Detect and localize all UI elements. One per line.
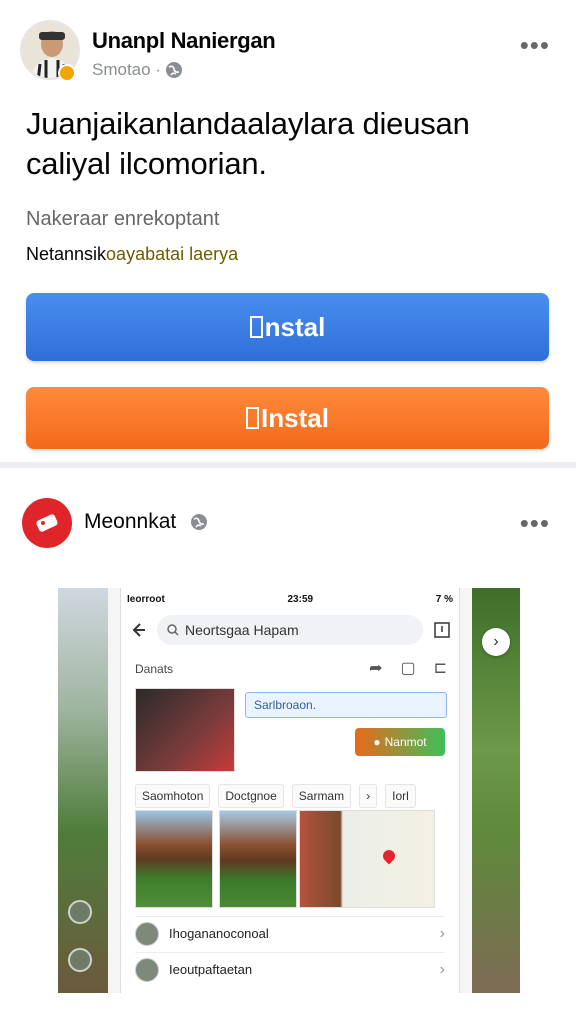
verified-badge-icon	[58, 64, 76, 82]
back-arrow-icon[interactable]	[129, 621, 147, 639]
tab[interactable]: Sarmam	[291, 784, 352, 808]
page-name[interactable]: Meonnkat	[84, 510, 176, 534]
more-options-icon[interactable]: •••	[520, 32, 550, 58]
action-button[interactable]: ● Nanmot	[355, 728, 445, 756]
screenshot-carousel[interactable]: Ieorroot 23:59 7 % Neortsgaa Hapam Danat…	[58, 588, 520, 993]
list-item-label: Ieoutpaftaetan	[169, 962, 253, 977]
app-topbar: Neortsgaa Hapam	[129, 612, 451, 648]
gallery-photo[interactable]	[135, 810, 213, 908]
tab[interactable]: Saomhoton	[135, 784, 211, 808]
text-field[interactable]: Sarlbroaon.	[245, 692, 447, 718]
status-carrier: Ieorroot	[127, 594, 165, 605]
carousel-next-button[interactable]: ›	[482, 628, 510, 656]
author-name[interactable]: Unanpl Naniergan	[92, 28, 276, 54]
menu-icon[interactable]	[433, 621, 451, 639]
app-meta-part-b: oayabatai laerya	[106, 244, 239, 264]
post-card-app-ad: Unanpl Naniergan Smotao · ••• Juanjaikan…	[0, 0, 576, 462]
tab[interactable]: ›	[359, 784, 378, 808]
app-meta-part-a: Netannsik	[26, 244, 107, 264]
status-time: 23:59	[287, 594, 314, 605]
bookmark-icon[interactable]: ▢	[400, 658, 415, 678]
gallery-photo[interactable]	[219, 810, 297, 908]
search-input[interactable]: Neortsgaa Hapam	[157, 615, 423, 645]
search-placeholder: Neortsgaa Hapam	[185, 622, 299, 638]
box-glyph-icon	[249, 316, 263, 338]
app-meta-line-2: Netannsikoayabatai laerya	[26, 244, 238, 265]
install-label: Instal	[261, 402, 329, 433]
button-glyph-icon: ●	[373, 735, 381, 749]
page-avatar[interactable]	[22, 498, 72, 548]
avatar	[135, 921, 159, 946]
chevron-right-icon: ›	[439, 960, 445, 978]
post-card-screenshot: Meonnkat ••• Ieorroot 23:59 7 % Neortsga…	[0, 468, 576, 1024]
tab[interactable]: Iorl	[385, 784, 416, 808]
print-icon[interactable]: ⊏	[434, 658, 447, 678]
carousel-prev-image[interactable]	[58, 588, 108, 993]
app-screenshot: Ieorroot 23:59 7 % Neortsgaa Hapam Danat…	[120, 588, 460, 993]
post-text: Juanjaikanlandaalaylara dieusan caliyal …	[26, 106, 470, 181]
section-title: Danats	[135, 662, 174, 676]
status-bar: Ieorroot 23:59 7 %	[127, 594, 453, 605]
tab[interactable]: Doctgnoe	[218, 784, 284, 808]
action-button-label: Nanmot	[384, 735, 427, 749]
globe-icon	[191, 514, 208, 530]
video-thumbnail[interactable]	[135, 688, 235, 772]
tag-icon	[36, 514, 58, 532]
install-button-secondary[interactable]: Instal	[26, 387, 549, 449]
list-item-label: Ihogananoconoal	[169, 926, 269, 941]
page-name-row: Meonnkat	[84, 510, 208, 534]
avatar	[68, 948, 92, 972]
list-item[interactable]: Ihogananoconoal ›	[135, 916, 445, 950]
more-options-icon[interactable]: •••	[520, 510, 550, 536]
share-icon[interactable]: ➦	[369, 658, 382, 678]
post-subtitle: Smotao ·	[92, 60, 161, 79]
globe-icon	[165, 62, 182, 78]
avatar	[135, 957, 159, 982]
status-battery: 7 %	[435, 594, 453, 605]
search-icon	[167, 624, 179, 636]
app-meta-line: Nakeraar enrekoptant	[26, 208, 220, 230]
install-button-primary[interactable]: nstal	[26, 293, 549, 361]
box-glyph-icon	[246, 407, 260, 429]
list-item[interactable]: Ieoutpaftaetan ›	[135, 952, 445, 986]
section-actions: ➦ ▢ ⊏	[369, 658, 447, 678]
install-label: nstal	[264, 311, 326, 342]
tab-bar: Saomhoton Doctgnoe Sarmam › Iorl	[135, 784, 449, 808]
avatar	[68, 900, 92, 924]
map-thumbnail[interactable]	[299, 810, 435, 908]
post-meta: Smotao ·	[92, 60, 183, 80]
chevron-right-icon: ›	[439, 924, 445, 942]
